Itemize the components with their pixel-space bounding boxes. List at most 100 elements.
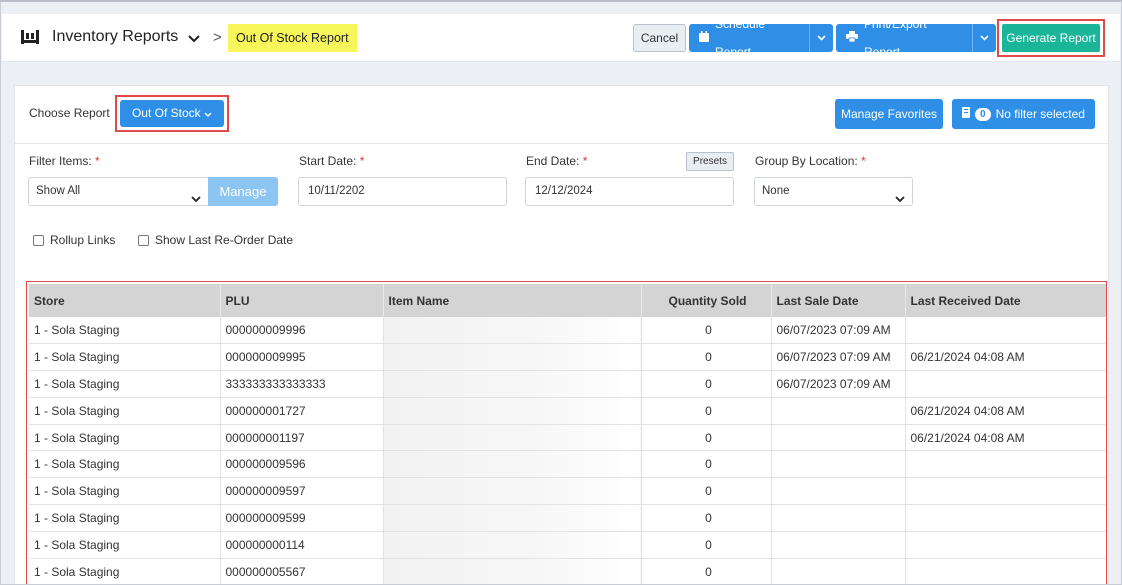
cell-last-received-date [905,477,1106,506]
manage-button[interactable]: Manage [208,177,278,206]
chevron-down-icon[interactable] [188,32,200,46]
cell-last-sale-date [771,397,906,425]
filter-items-value: Show All [36,185,81,197]
cell-store: 1 - Sola Staging [29,477,221,506]
cell-plu: 000000009597 [220,477,384,506]
column-header-plu[interactable]: PLU [220,284,384,317]
column-header-quantity-sold[interactable]: Quantity Sold [641,284,772,317]
filter-items-select[interactable]: Show All [28,177,209,206]
table-row[interactable]: 1 - Sola Staging 000000009596 0 [29,450,1106,479]
choose-report-label: Choose Report [29,106,110,120]
generate-report-highlight: Generate Report [997,19,1105,57]
cell-quantity-sold: 0 [641,317,772,345]
app-frame: Inventory Reports > Out Of Stock Report … [0,0,1122,585]
cell-last-sale-date [771,424,906,452]
cell-last-received-date [905,531,1106,559]
cell-last-received-date [905,317,1106,345]
table-row[interactable]: 1 - Sola Staging 000000005567 0 [29,558,1106,584]
cell-last-sale-date [771,504,906,532]
cell-quantity-sold: 0 [641,397,772,425]
cell-quantity-sold: 0 [641,477,772,506]
divider [15,143,1108,144]
column-header-item-name[interactable]: Item Name [383,284,642,317]
end-date-input[interactable]: 12/12/2024 [525,177,734,206]
cell-quantity-sold: 0 [641,558,772,584]
column-header-last-sale-date[interactable]: Last Sale Date [771,284,906,317]
rollup-links-checkbox[interactable]: Rollup Links [33,233,115,247]
cell-last-sale-date [771,531,906,559]
start-date-input[interactable]: 10/11/2202 [298,177,507,206]
cell-last-sale-date: 06/07/2023 07:09 AM [771,370,906,398]
printer-icon [846,24,858,52]
filter-status-label: No filter selected [995,107,1085,121]
presets-button[interactable]: Presets [686,152,734,171]
cell-plu: 000000000114 [220,531,384,559]
table-row[interactable]: 1 - Sola Staging 000000000114 0 [29,531,1106,559]
choose-report-highlight: Out Of Stock [115,95,229,132]
chevron-down-icon [191,187,201,214]
filter-items-label: Filter Items: * [29,154,100,168]
chevron-down-icon[interactable] [972,24,996,52]
cell-quantity-sold: 0 [641,424,772,452]
generate-report-button[interactable]: Generate Report [1002,24,1100,52]
table-row[interactable]: 1 - Sola Staging 333333333333333 0 06/07/20… [29,370,1106,398]
column-header-store[interactable]: Store [29,284,221,317]
cell-plu: 000000009596 [220,450,384,479]
cell-plu: 000000009996 [220,317,384,345]
cell-last-sale-date [771,477,906,506]
breadcrumb-separator: > [213,29,222,46]
breadcrumb-current: Out Of Stock Report [228,24,357,52]
cell-quantity-sold: 0 [641,450,772,479]
cell-quantity-sold: 0 [641,370,772,398]
cell-item-name [383,343,642,372]
manage-favorites-button[interactable]: Manage Favorites [835,99,943,129]
choose-report-dropdown[interactable]: Out Of Stock [120,100,224,127]
cell-item-name [383,370,642,398]
cell-item-name [383,504,642,532]
cell-last-received-date: 06/21/2024 04:08 AM [905,424,1106,452]
cell-plu: 000000005567 [220,558,384,584]
cell-store: 1 - Sola Staging [29,317,221,345]
cell-item-name [383,424,642,452]
checkbox-box[interactable] [33,234,44,246]
cell-item-name [383,558,642,584]
page-title[interactable]: Inventory Reports [52,28,178,46]
print-export-label: Print/Export Report [864,24,927,52]
cell-plu: 000000001197 [220,424,384,452]
cell-last-sale-date [771,558,906,584]
print-export-button[interactable]: Print/Export Report [836,24,996,52]
cell-plu: 333333333333333 [220,370,384,398]
checkbox-box[interactable] [138,234,149,246]
report-table-highlight: Store PLU Item Name Quantity Sold Last S… [26,281,1107,584]
cell-store: 1 - Sola Staging [29,531,221,559]
cell-store: 1 - Sola Staging [29,343,221,372]
table-header-row: Store PLU Item Name Quantity Sold Last S… [29,284,1106,317]
column-header-last-received-date[interactable]: Last Received Date [905,284,1106,317]
cell-last-sale-date [771,450,906,479]
table-row[interactable]: 1 - Sola Staging 000000001727 0 06/21/2024 … [29,397,1106,425]
cell-quantity-sold: 0 [641,343,772,372]
cell-item-name [383,477,642,506]
page-header: Inventory Reports > Out Of Stock Report … [2,14,1120,62]
report-table: Store PLU Item Name Quantity Sold Last S… [29,284,1106,584]
cell-store: 1 - Sola Staging [29,370,221,398]
table-row[interactable]: 1 - Sola Staging 000000009995 0 06/07/2023 … [29,343,1106,372]
cell-store: 1 - Sola Staging [29,450,221,479]
show-reorder-checkbox[interactable]: Show Last Re-Order Date [138,233,293,247]
cell-store: 1 - Sola Staging [29,424,221,452]
cell-last-sale-date: 06/07/2023 07:09 AM [771,317,906,345]
cancel-button[interactable]: Cancel [633,24,686,52]
filter-status-button[interactable]: 0 No filter selected [952,99,1095,129]
cell-item-name [383,397,642,425]
cell-quantity-sold: 0 [641,531,772,559]
table-row[interactable]: 1 - Sola Staging 000000009599 0 [29,504,1106,532]
table-row[interactable]: 1 - Sola Staging 000000009597 0 [29,477,1106,506]
group-by-select[interactable]: None [754,177,913,206]
schedule-report-button[interactable]: Schedule Report [689,24,833,52]
filter-count-badge: 0 [975,107,991,121]
chevron-down-icon [204,106,212,120]
table-row[interactable]: 1 - Sola Staging 000000009996 0 06/07/2023 … [29,317,1106,345]
table-row[interactable]: 1 - Sola Staging 000000001197 0 06/21/2024 … [29,424,1106,452]
chevron-down-icon[interactable] [809,24,833,52]
report-panel: Choose Report Out Of Stock Manage Favori… [14,85,1109,584]
